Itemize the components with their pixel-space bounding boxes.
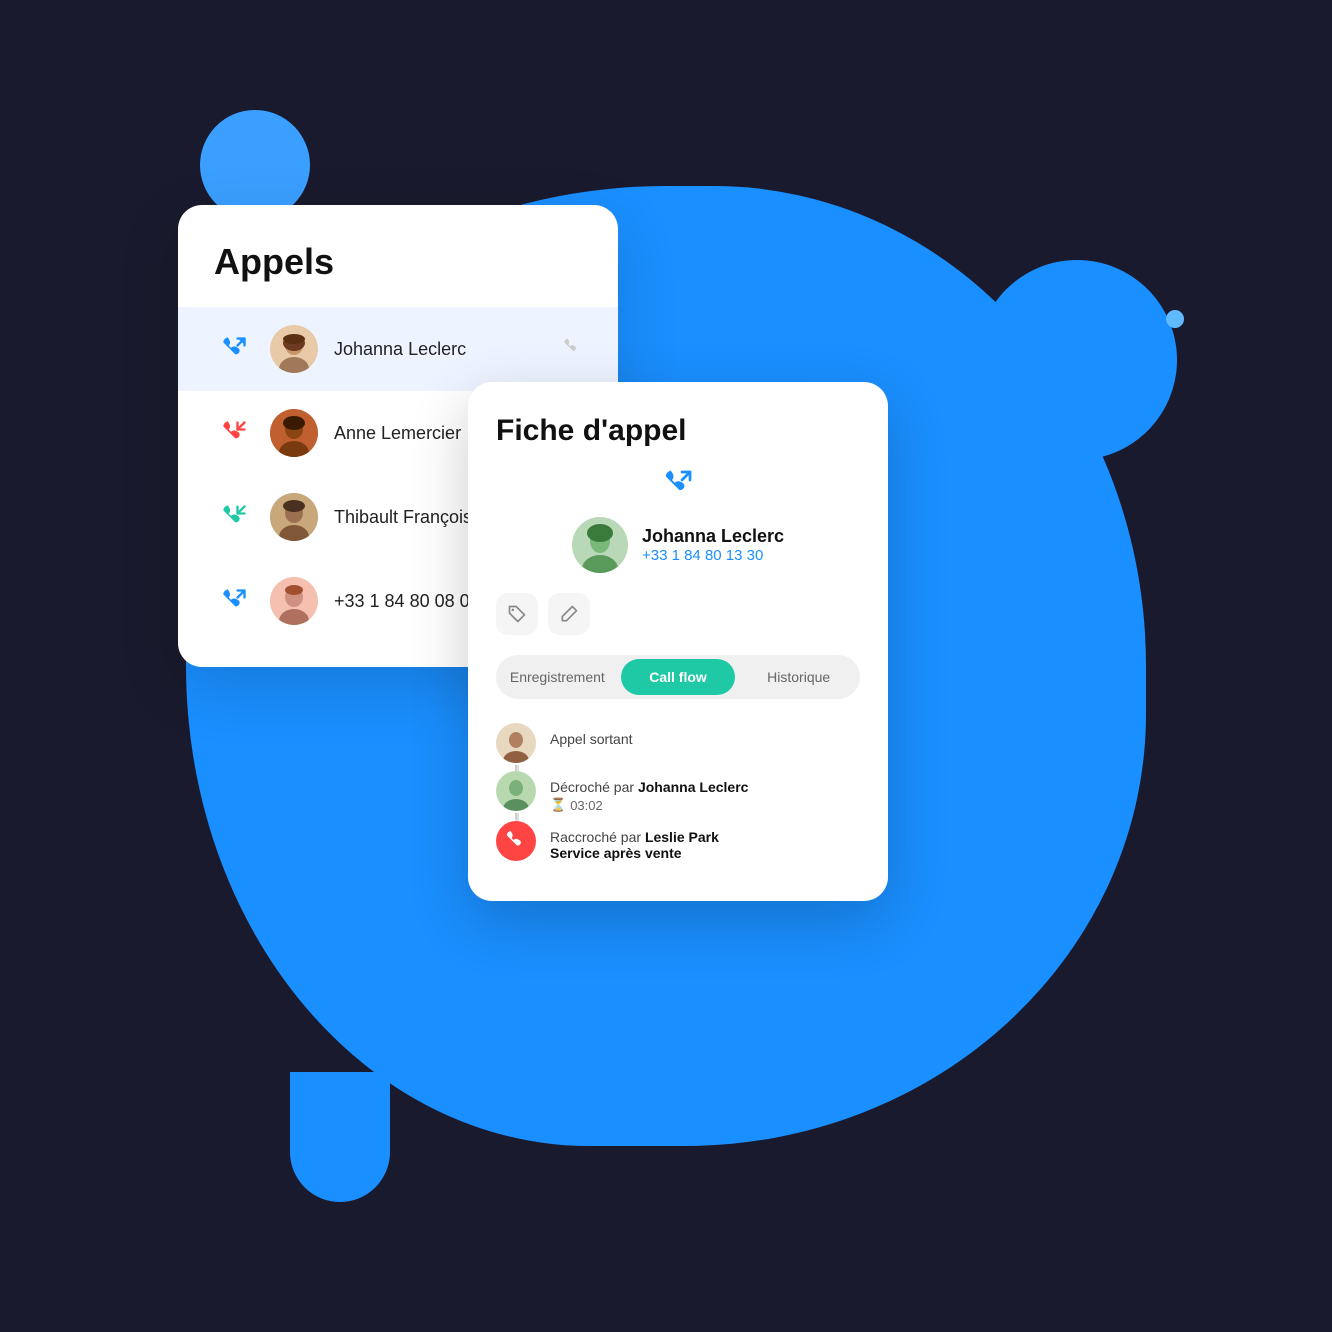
callflow-text-step1: Appel sortant — [550, 731, 633, 747]
callflow-item-step2: Décroché par Johanna Leclerc ⏳ 03:02 — [496, 771, 860, 821]
deco-circle-top — [200, 110, 310, 220]
deco-circle-right — [977, 260, 1177, 460]
fiche-caller-phone: +33 1 84 80 13 30 — [642, 547, 784, 564]
deco-tail — [290, 1072, 390, 1202]
callflow-duration-step2: ⏳ 03:02 — [550, 797, 748, 813]
deco-circle-right-small — [1166, 310, 1184, 328]
callflow-item-step3: Raccroché par Leslie Park Service après … — [496, 821, 860, 869]
call-type-icon-johanna — [214, 329, 254, 369]
callflow-text-step2: Décroché par Johanna Leclerc — [550, 779, 748, 795]
call-type-icon-anne — [214, 413, 254, 453]
callflow-avatar-step2 — [496, 771, 536, 811]
avatar-unknown — [270, 577, 318, 625]
callflow-content-step3: Raccroché par Leslie Park Service après … — [550, 821, 719, 861]
callflow-avatar-step1 — [496, 723, 536, 763]
callflow-sub-step3: Service après vente — [550, 845, 719, 861]
callflow-list: Appel sortant Décroché par Johanna Lecle… — [496, 723, 860, 869]
fiche-card: Fiche d'appel — [468, 382, 888, 901]
callflow-text-step3: Raccroché par Leslie Park — [550, 829, 719, 845]
tag-button[interactable] — [496, 593, 538, 635]
call-type-icon-thibault — [214, 497, 254, 537]
tab-historique[interactable]: Historique — [741, 659, 856, 695]
callflow-content-step1: Appel sortant — [550, 723, 633, 747]
callflow-prefix-step3: Raccroché par — [550, 829, 645, 845]
call-item-johanna[interactable]: Johanna Leclerc — [178, 307, 618, 391]
callflow-bold-step2: Johanna Leclerc — [638, 779, 749, 795]
fiche-caller-info: Johanna Leclerc +33 1 84 80 13 30 — [642, 526, 784, 564]
fiche-avatar — [572, 517, 628, 573]
scene: Appels Jo — [0, 0, 1332, 1332]
callflow-prefix-step2: Décroché par — [550, 779, 638, 795]
callflow-duration-value: 03:02 — [570, 798, 603, 813]
fiche-caller-row: Johanna Leclerc +33 1 84 80 13 30 — [572, 517, 784, 573]
fiche-title: Fiche d'appel — [496, 414, 860, 448]
call-name-johanna: Johanna Leclerc — [334, 339, 546, 360]
fiche-caller-section: Johanna Leclerc +33 1 84 80 13 30 — [496, 468, 860, 573]
callflow-content-step2: Décroché par Johanna Leclerc ⏳ 03:02 — [550, 771, 748, 813]
phone-icon-johanna — [562, 337, 582, 362]
fiche-caller-name: Johanna Leclerc — [642, 526, 784, 547]
avatar-anne — [270, 409, 318, 457]
avatar-thibault — [270, 493, 318, 541]
callflow-item-step1: Appel sortant — [496, 723, 860, 771]
call-type-icon-unknown — [214, 581, 254, 621]
callflow-avatar-step3 — [496, 821, 536, 861]
fiche-tabs: Enregistrement Call flow Historique — [496, 655, 860, 699]
hourglass-icon: ⏳ — [550, 797, 566, 813]
tab-enregistrement[interactable]: Enregistrement — [500, 659, 615, 695]
avatar-johanna — [270, 325, 318, 373]
tab-callflow[interactable]: Call flow — [621, 659, 736, 695]
callflow-label-step1: Appel sortant — [550, 731, 633, 747]
callflow-bold-step3: Leslie Park — [645, 829, 719, 845]
appels-title: Appels — [178, 241, 618, 307]
edit-button[interactable] — [548, 593, 590, 635]
fiche-outgoing-icon — [662, 468, 694, 507]
fiche-actions — [496, 593, 860, 635]
